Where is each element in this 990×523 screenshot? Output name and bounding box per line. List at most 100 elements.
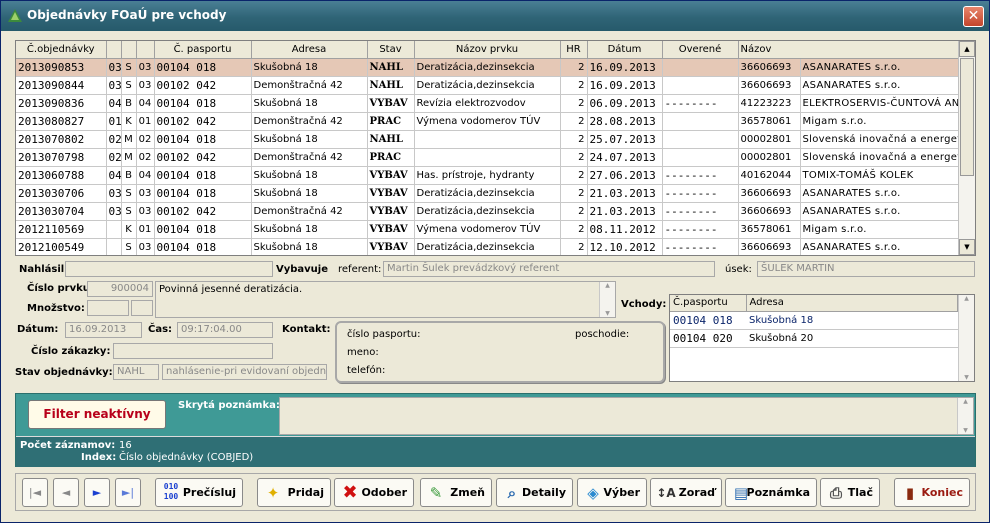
table-row[interactable]: 2013030706 03 S 03 00104 018 Skušobná 18 VYBAV… xyxy=(16,184,975,203)
col-3[interactable] xyxy=(136,41,155,59)
vchody-down-icon[interactable]: ▼ xyxy=(959,374,974,381)
table-cell: VYBAV xyxy=(367,184,415,203)
nahlasil-field[interactable] xyxy=(65,261,273,277)
table-cell: 2013060788 xyxy=(16,166,107,185)
table-cell: 2 xyxy=(560,58,588,77)
col-adresa[interactable]: Adresa xyxy=(251,41,368,59)
col-hr[interactable]: HR xyxy=(560,41,588,59)
cislo-prvku-field[interactable]: 900004 xyxy=(87,281,153,297)
table-cell: 01 xyxy=(136,220,155,239)
tlac-button[interactable]: ⎙ Tlač xyxy=(820,478,880,507)
odober-button[interactable]: ✖ Odober xyxy=(334,478,414,507)
table-cell: 00002801 xyxy=(738,130,801,149)
vchody-label: Vchody: xyxy=(621,299,667,310)
zmen-button[interactable]: ✎ Zmeň xyxy=(420,478,492,507)
col-2[interactable] xyxy=(121,41,137,59)
zmen-label: Zmeň xyxy=(450,486,485,499)
next-record-button[interactable]: ► xyxy=(84,478,110,507)
col-datum[interactable]: Dátum xyxy=(587,41,663,59)
vchody-cell: Skušobná 20 xyxy=(746,329,958,348)
stav-objednavky-code[interactable]: NAHL xyxy=(113,364,159,380)
mnozstvo-field[interactable] xyxy=(87,300,129,316)
scroll-thumb[interactable] xyxy=(960,58,974,176)
vyber-button[interactable]: ◈ Výber xyxy=(577,478,647,507)
table-cell: 40162044 xyxy=(738,166,801,185)
grid-scrollbar[interactable]: ▲ ▼ xyxy=(958,41,975,255)
table-cell: Slovenská inovačná a energetická a xyxy=(800,130,975,149)
table-cell: Deratizácia,dezinsekcia xyxy=(414,202,561,221)
koniec-button[interactable]: ▮ Koniec xyxy=(894,478,970,507)
table-row[interactable]: 2012100549 S 03 00104 018 Skušobná 18 VYBAV De… xyxy=(16,238,975,255)
mnozstvo-unit-field[interactable] xyxy=(131,300,153,316)
table-cell: 03 xyxy=(136,184,155,203)
last-record-button[interactable]: ►| xyxy=(115,478,141,507)
pridaj-button[interactable]: ✦ Pridaj xyxy=(257,478,331,507)
table-row[interactable]: 2013090853 03 S 03 00104 018 Skušobná 18 NAHL D… xyxy=(16,58,975,77)
vchody-grid[interactable]: Č.pasportu Adresa 00104 018 Skušobná 18 … xyxy=(669,294,975,382)
datum-field[interactable]: 16.09.2013 xyxy=(65,322,142,338)
col-cislo-pasportu[interactable]: Č. pasportu xyxy=(154,41,252,59)
scroll-down-icon[interactable]: ▼ xyxy=(959,239,975,255)
vchody-row[interactable]: 00104 020 Skušobná 20 xyxy=(670,329,958,348)
datum-label: Dátum: xyxy=(17,324,59,335)
usek-field[interactable]: ŠULEK MARTIN xyxy=(757,261,975,277)
col-nazov-prvku[interactable]: Názov prvku xyxy=(414,41,561,59)
note-up-icon[interactable]: ▲ xyxy=(958,398,973,405)
table-row[interactable]: 2013060788 04 B 04 00104 018 Skušobná 18 VYBAV… xyxy=(16,166,975,185)
table-row[interactable]: 2013090836 04 B 04 00104 018 Skušobná 18 VYBAV… xyxy=(16,94,975,113)
memo-scrollbar[interactable]: ▲ ▼ xyxy=(599,282,615,317)
vchody-cell: 00104 018 xyxy=(670,311,746,330)
close-button[interactable]: ✕ xyxy=(963,6,984,27)
detaily-button[interactable]: ⌕ Detaily xyxy=(496,478,573,507)
table-cell xyxy=(106,220,122,239)
col-nazov[interactable]: Názov xyxy=(738,41,975,59)
cas-field[interactable]: 09:17:04.00 xyxy=(177,322,273,338)
note-scrollbar[interactable]: ▲ ▼ xyxy=(957,398,973,434)
table-cell: 03 xyxy=(136,76,155,95)
poznamka-button[interactable]: ▤ Poznámka xyxy=(725,478,817,507)
table-row[interactable]: 2012110569 K 01 00104 018 Skušobná 18 VYBAV Vý… xyxy=(16,220,975,239)
table-row[interactable]: 2013090844 03 S 03 00102 042 Demonštračná 42 N… xyxy=(16,76,975,95)
stav-objednavky-text[interactable]: nahlásenie-pri evidovaní objednáv xyxy=(162,364,327,380)
poznamka-memo[interactable]: Povinná jesenné deratizácia. ▲ ▼ xyxy=(155,281,616,318)
table-cell: 00104 018 xyxy=(154,58,252,77)
vchody-header-row: Č.pasportu Adresa xyxy=(670,295,958,312)
table-cell: 2 xyxy=(560,112,588,131)
precisluj-button[interactable]: 010 100 Prečísluj xyxy=(155,478,243,507)
table-row[interactable]: 2013030704 03 S 03 00102 042 Demonštračná 42 V… xyxy=(16,202,975,221)
vchody-up-icon[interactable]: ▲ xyxy=(959,295,974,302)
col-cislo-objednavky[interactable]: Č.objednávky xyxy=(16,41,107,59)
vchody-col-pasport[interactable]: Č.pasportu xyxy=(670,295,747,312)
table-cell: 2 xyxy=(560,130,588,149)
scroll-up-icon[interactable]: ▲ xyxy=(959,41,975,57)
table-cell: S xyxy=(121,202,137,221)
zorad-button[interactable]: ↕A Zoraď xyxy=(650,478,722,507)
col-stav[interactable]: Stav xyxy=(367,41,415,59)
vchody-scrollbar[interactable]: ▲ ▼ xyxy=(958,295,974,381)
first-record-button[interactable]: |◄ xyxy=(22,478,48,507)
vchody-col-adresa[interactable]: Adresa xyxy=(746,295,958,312)
note-down-icon[interactable]: ▼ xyxy=(958,427,973,434)
table-cell: 2013090836 xyxy=(16,94,107,113)
skryta-poznamka-field[interactable]: ▲ ▼ xyxy=(279,397,974,435)
table-row[interactable]: 2013070802 02 M 02 00104 018 Skušobná 18 NAHL 2… xyxy=(16,130,975,149)
prev-record-button[interactable]: ◄ xyxy=(53,478,79,507)
table-cell: 2013070802 xyxy=(16,130,107,149)
orders-grid[interactable]: Č.objednávky Č. pasportu Adresa Stav Náz… xyxy=(15,40,976,256)
memo-down-icon[interactable]: ▼ xyxy=(600,310,615,317)
col-1[interactable] xyxy=(106,41,122,59)
delete-icon: ✖ xyxy=(342,482,358,503)
filter-button[interactable]: Filter neaktívny xyxy=(28,400,166,429)
cislo-zakazky-field[interactable] xyxy=(113,343,273,359)
memo-up-icon[interactable]: ▲ xyxy=(600,282,615,289)
table-row[interactable]: 2013080827 01 K 01 00102 042 Demonštračná 42 P… xyxy=(16,112,975,131)
table-cell: ASANARATES s.r.o. xyxy=(800,202,975,221)
table-cell: 03 xyxy=(136,238,155,255)
table-cell: Deratizácia,dezinsekcia xyxy=(414,184,561,203)
vchody-row[interactable]: 00104 018 Skušobná 18 xyxy=(670,311,958,330)
table-row[interactable]: 2013070798 02 M 02 00102 042 Demonštračná 42 P… xyxy=(16,148,975,167)
col-overene[interactable]: Overené xyxy=(662,41,739,59)
table-cell: VYBAV xyxy=(367,220,415,239)
grid-header-row: Č.objednávky Č. pasportu Adresa Stav Náz… xyxy=(16,41,975,59)
referent-field[interactable]: Martin Šulek prevádzkový referent xyxy=(383,261,715,277)
